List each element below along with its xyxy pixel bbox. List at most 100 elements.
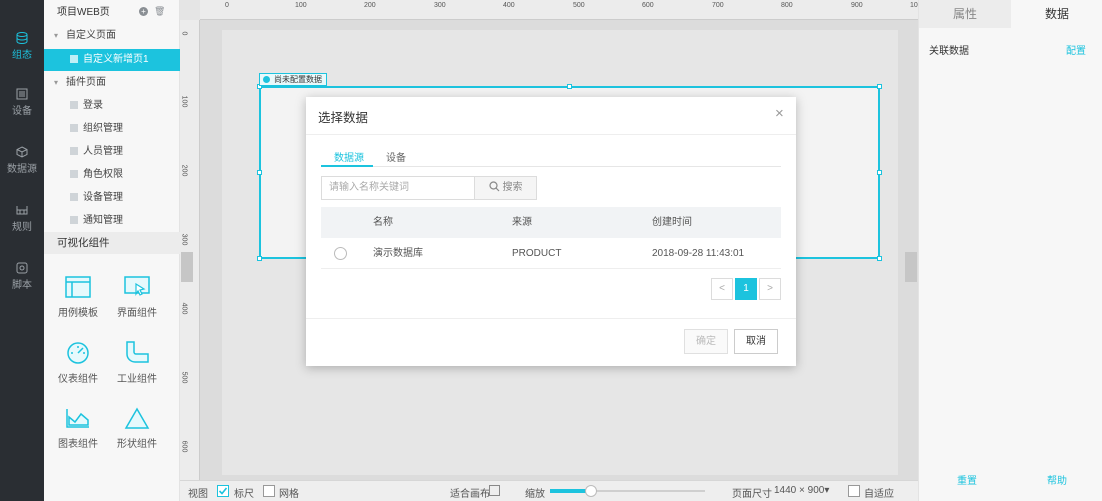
nav-rail: 组态 设备 数据源 规则 脚本 — [0, 0, 44, 501]
ruler-corner — [180, 0, 200, 20]
template-icon — [65, 276, 91, 298]
item-label: 设备管理 — [83, 192, 123, 203]
grid-checkbox[interactable] — [263, 485, 275, 497]
ruler-tick-label: 200 — [364, 2, 376, 9]
component-label: 形状组件 — [117, 439, 157, 450]
zoom-slider-thumb[interactable] — [585, 485, 597, 497]
fit-canvas-label[interactable]: 适合画布 — [450, 485, 490, 500]
tab-properties[interactable]: 属性 — [919, 0, 1011, 28]
cell-created: 2018-09-28 11:43:01 — [652, 248, 745, 259]
cancel-button[interactable]: 取消 — [734, 329, 778, 354]
close-icon[interactable]: × — [775, 105, 784, 122]
search-input[interactable]: 请输入名称关键词 — [321, 176, 475, 200]
ruler-tick-label: 800 — [781, 2, 793, 9]
tree-group-custom[interactable]: ▾ 自定义页面 — [44, 25, 180, 47]
tree-item-login[interactable]: 登录 — [44, 95, 180, 117]
search-button-label: 搜索 — [502, 182, 523, 193]
rail-item-script[interactable]: 脚本 — [0, 262, 44, 291]
pipe-icon — [126, 341, 149, 363]
rail-label: 设备 — [12, 106, 32, 117]
config-link[interactable]: 配置 — [1066, 42, 1086, 57]
tab-divider — [321, 166, 781, 167]
zoom-slider-fill — [550, 489, 590, 493]
rail-item-datasource[interactable]: 数据源 — [0, 146, 44, 175]
adaptive-label: 自适应 — [864, 489, 894, 500]
item-label: 通知管理 — [83, 215, 123, 226]
component-label: 图表组件 — [58, 439, 98, 450]
tab-data[interactable]: 数据 — [1011, 0, 1102, 28]
col-source: 来源 — [512, 217, 532, 228]
component-label: 仪表组件 — [58, 374, 98, 385]
cell-source: PRODUCT — [512, 248, 562, 259]
properties-panel: 属性 数据 关联数据 配置 重置 帮助 — [918, 0, 1102, 501]
item-label: 登录 — [83, 100, 103, 111]
group-label: 插件页面 — [66, 77, 106, 88]
tree-item-people[interactable]: 人员管理 — [44, 141, 180, 163]
component-ui[interactable]: 界面组件 — [107, 276, 167, 319]
components-header: 可视化组件 — [44, 232, 180, 254]
item-label: 组织管理 — [83, 123, 123, 134]
chart-icon — [66, 409, 89, 428]
search-icon — [488, 181, 499, 192]
rail-label: 脚本 — [12, 280, 32, 291]
related-data-label: 关联数据 — [929, 46, 969, 57]
component-chart[interactable]: 图表组件 — [48, 407, 108, 450]
ruler-tick-label: 400 — [503, 2, 515, 9]
page-size-select[interactable]: 1440 × 900▾ — [774, 485, 829, 496]
next-page-button[interactable]: > — [759, 278, 781, 300]
tab-device[interactable]: 设备 — [386, 149, 406, 164]
ruler-tick-label: 300 — [434, 2, 446, 9]
caret-icon: ▾ — [54, 31, 59, 40]
table-header: 名称 来源 创建时间 — [321, 207, 781, 238]
tree-item-role[interactable]: 角色权限 — [44, 164, 180, 186]
page-size-label: 页面尺寸 — [732, 489, 772, 500]
help-link[interactable]: 帮助 — [1047, 472, 1067, 487]
tab-datasource[interactable]: 数据源 — [334, 149, 364, 164]
component-label: 工业组件 — [117, 374, 157, 385]
item-label: 自定义新增页1 — [83, 54, 149, 65]
rule-icon — [16, 206, 28, 215]
zoom-label: 缩放 — [525, 489, 545, 500]
ruler-tick-label: 500 — [573, 2, 585, 9]
component-gauge[interactable]: 仪表组件 — [48, 340, 108, 385]
triangle-icon — [124, 407, 150, 429]
ruler-tick-label: 100 — [295, 2, 307, 9]
device-icon — [16, 88, 28, 100]
confirm-button[interactable]: 确定 — [684, 329, 728, 354]
table-row[interactable]: 演示数据库 PRODUCT 2018-09-28 11:43:01 — [321, 238, 781, 269]
adaptive-checkbox[interactable] — [848, 485, 860, 497]
status-bar: 视图 标尺 网格 适合画布 缩放 页面尺寸 1440 × 900▾ 自适应 — [180, 480, 918, 501]
rail-label: 组态 — [12, 50, 32, 61]
fit-canvas-icon[interactable] — [489, 485, 500, 496]
component-industrial[interactable]: 工业组件 — [107, 340, 167, 385]
rail-item-config[interactable]: 组态 — [0, 32, 44, 61]
reset-link[interactable]: 重置 — [957, 472, 977, 487]
component-shape[interactable]: 形状组件 — [107, 407, 167, 450]
page-icon — [70, 147, 78, 155]
tree-item-notify[interactable]: 通知管理 — [44, 210, 180, 232]
ruler-tick-label: 900 — [851, 2, 863, 9]
search-button[interactable]: 搜索 — [475, 176, 537, 200]
script-icon — [16, 262, 28, 274]
page-icon — [70, 101, 78, 109]
rail-item-rule[interactable]: 规则 — [0, 204, 44, 233]
tree-item-custom-page[interactable]: 自定义新增页1 — [44, 49, 180, 71]
dialog-title: 选择数据 — [318, 111, 369, 125]
ruler-tick-label: 700 — [712, 2, 724, 9]
tree-group-plugin[interactable]: ▾ 插件页面 — [44, 72, 180, 94]
component-label: 用例模板 — [58, 308, 98, 319]
tree-item-org[interactable]: 组织管理 — [44, 118, 180, 140]
prev-page-button[interactable]: < — [711, 278, 733, 300]
trash-icon[interactable]: 🗑 — [154, 6, 165, 17]
cell-name: 演示数据库 — [373, 248, 423, 259]
view-label: 视图 — [188, 489, 208, 500]
page-icon — [70, 55, 78, 63]
row-radio[interactable] — [334, 247, 347, 260]
component-label: 界面组件 — [117, 308, 157, 319]
ruler-checkbox[interactable] — [217, 485, 229, 497]
page-1-button[interactable]: 1 — [735, 278, 757, 300]
add-icon[interactable]: + — [139, 7, 148, 16]
tree-item-device[interactable]: 设备管理 — [44, 187, 180, 209]
rail-item-device[interactable]: 设备 — [0, 88, 44, 117]
component-template[interactable]: 用例模板 — [48, 276, 108, 319]
